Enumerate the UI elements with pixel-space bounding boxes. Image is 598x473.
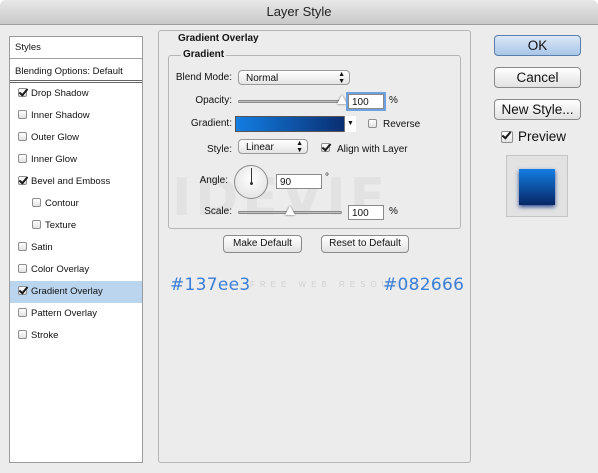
gradient-group-title: Gradient — [181, 49, 227, 60]
style-item-label: Drop Shadow — [31, 88, 89, 99]
style-checkbox[interactable] — [32, 220, 41, 229]
style-checkbox[interactable] — [18, 308, 27, 317]
style-item-inner-glow[interactable]: Inner Glow — [10, 149, 142, 171]
style-checkbox[interactable] — [18, 154, 27, 163]
style-item-label: Satin — [31, 242, 53, 253]
gradient-label: Gradient: — [190, 118, 232, 129]
style-item-bevel-and-emboss[interactable]: Bevel and Emboss — [10, 171, 142, 193]
window-title: Layer Style — [0, 0, 598, 25]
angle-dial-indicator — [251, 168, 252, 183]
style-item-label: Color Overlay — [31, 264, 90, 275]
updown-arrows-icon: ▲ ▼ — [296, 140, 303, 154]
align-with-layer-label: Align with Layer — [337, 144, 408, 155]
blend-mode-select[interactable]: Normal ▲ ▼ — [238, 70, 350, 85]
ok-button[interactable]: OK — [494, 35, 581, 56]
scale-input[interactable]: 100 — [348, 205, 384, 220]
styles-list: Styles Blending Options: Default Drop Sh… — [9, 36, 143, 463]
angle-input[interactable]: 90 — [276, 174, 322, 189]
style-item-label: Pattern Overlay — [31, 308, 97, 319]
angle-label: Angle: — [199, 175, 228, 186]
style-item-texture[interactable]: Texture — [10, 215, 142, 237]
style-checkbox[interactable] — [18, 242, 27, 251]
style-checkbox[interactable] — [18, 330, 27, 339]
angle-dial-center — [250, 182, 253, 185]
scale-unit: % — [389, 206, 398, 217]
end-color-hex: #082666 — [383, 275, 465, 295]
style-item-label: Outer Glow — [31, 132, 80, 143]
style-item-outer-glow[interactable]: Outer Glow — [10, 127, 142, 149]
updown-arrows-icon: ▲ ▼ — [338, 71, 345, 85]
preview-checkbox[interactable] — [501, 131, 513, 143]
style-checkbox[interactable] — [18, 286, 27, 295]
opacity-slider-handle[interactable] — [337, 95, 347, 104]
style-checkbox[interactable] — [18, 132, 27, 141]
style-item-color-overlay[interactable]: Color Overlay — [10, 259, 142, 281]
make-default-button[interactable]: Make Default — [223, 235, 302, 253]
reset-to-default-button[interactable]: Reset to Default — [321, 235, 409, 253]
styles-header[interactable]: Styles — [10, 37, 142, 59]
style-item-gradient-overlay[interactable]: Gradient Overlay — [10, 281, 142, 303]
style-item-label: Bevel and Emboss — [31, 176, 111, 187]
style-item-label: Contour — [45, 198, 79, 209]
style-checkbox[interactable] — [18, 88, 27, 97]
style-item-contour[interactable]: Contour — [10, 193, 142, 215]
preview-label: Preview — [518, 129, 567, 144]
scale-slider-handle[interactable] — [285, 206, 295, 215]
angle-dial[interactable] — [234, 165, 268, 199]
preview-thumbnail — [506, 155, 568, 217]
style-select[interactable]: Linear ▲ ▼ — [238, 139, 308, 154]
gradient-picker[interactable] — [235, 116, 356, 132]
align-with-layer-checkbox[interactable] — [321, 143, 330, 152]
opacity-unit: % — [389, 95, 398, 106]
preview-swatch — [519, 169, 555, 205]
reverse-label: Reverse — [383, 119, 421, 130]
opacity-slider[interactable] — [238, 100, 342, 103]
style-item-drop-shadow[interactable]: Drop Shadow — [10, 83, 142, 105]
layer-style-dialog: Layer Style Styles Blending Options: Def… — [0, 0, 598, 473]
gradient-dropdown-arrow-icon[interactable]: ▼ — [344, 116, 356, 132]
blending-options-item[interactable]: Blending Options: Default — [10, 61, 142, 83]
start-color-hex: #137ee3 — [170, 275, 251, 295]
style-item-stroke[interactable]: Stroke — [10, 325, 142, 347]
angle-unit: ° — [325, 172, 329, 183]
style-checkbox[interactable] — [18, 264, 27, 273]
style-label: Style: — [206, 144, 232, 155]
style-item-label: Stroke — [31, 330, 59, 341]
style-item-label: Gradient Overlay — [31, 286, 103, 297]
style-item-label: Texture — [45, 220, 77, 231]
style-value: Linear — [246, 142, 274, 153]
reverse-checkbox[interactable] — [368, 119, 377, 128]
opacity-input[interactable]: 100 — [346, 92, 386, 111]
style-item-pattern-overlay[interactable]: Pattern Overlay — [10, 303, 142, 325]
style-item-inner-shadow[interactable]: Inner Shadow — [10, 105, 142, 127]
blend-mode-value: Normal — [246, 73, 279, 84]
style-checkbox[interactable] — [18, 110, 27, 119]
style-item-label: Inner Shadow — [31, 110, 90, 121]
panel-title: Gradient Overlay — [178, 33, 259, 44]
style-checkbox[interactable] — [32, 198, 41, 207]
new-style-button[interactable]: New Style... — [494, 99, 581, 120]
style-item-satin[interactable]: Satin — [10, 237, 142, 259]
blend-mode-label: Blend Mode: — [175, 72, 232, 83]
opacity-label: Opacity: — [195, 95, 232, 106]
scale-label: Scale: — [204, 206, 232, 217]
cancel-button[interactable]: Cancel — [494, 67, 581, 88]
style-checkbox[interactable] — [18, 176, 27, 185]
style-item-label: Inner Glow — [31, 154, 77, 165]
